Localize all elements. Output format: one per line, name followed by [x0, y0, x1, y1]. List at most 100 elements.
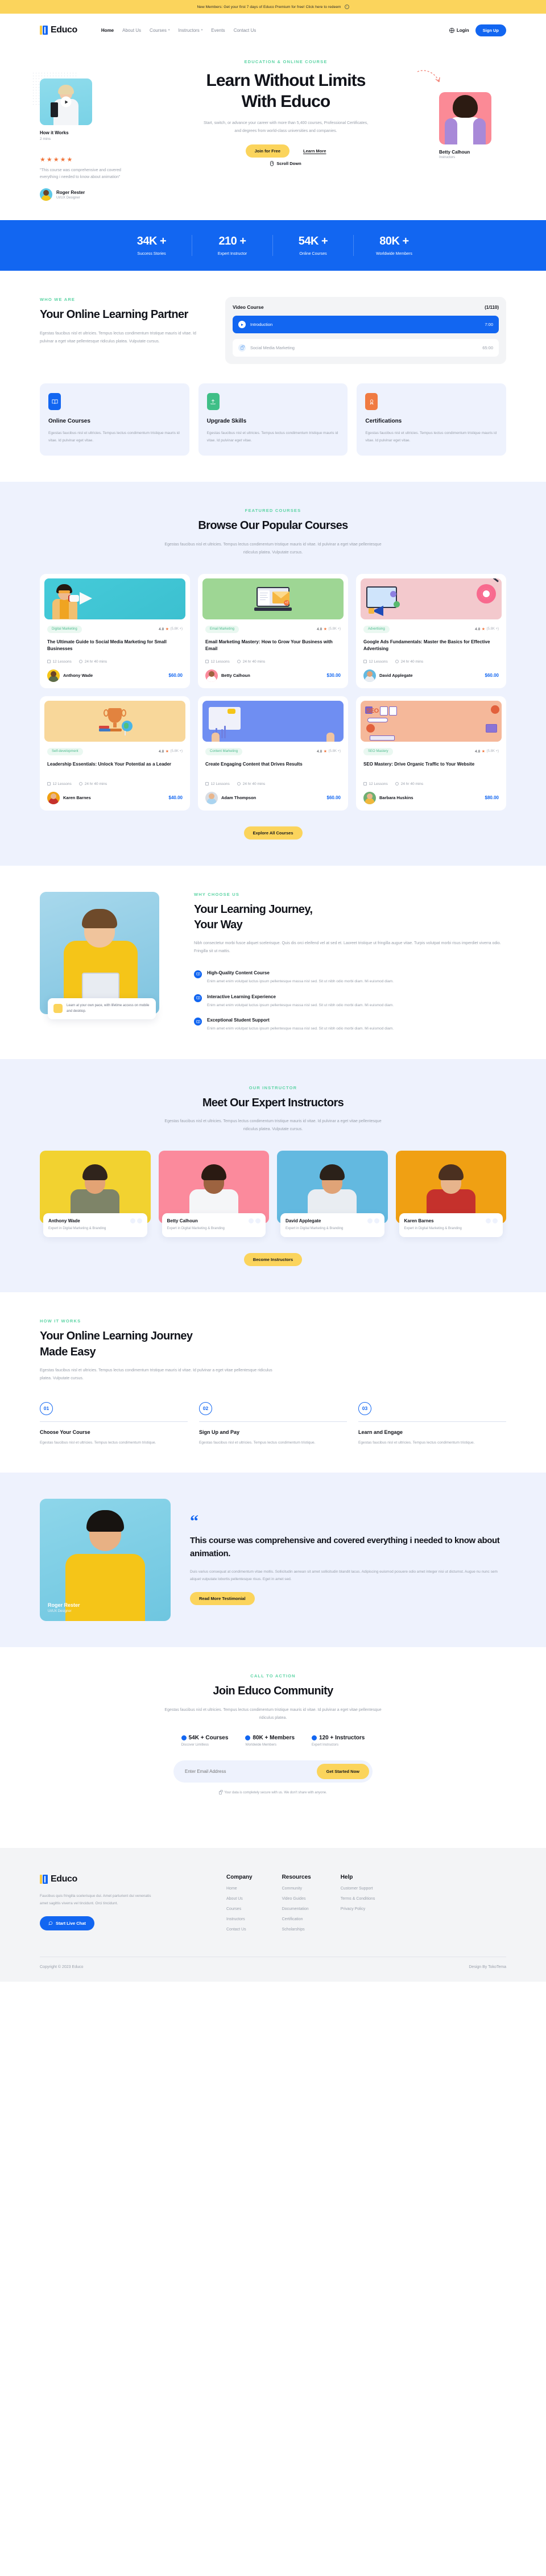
footer-link[interactable]: Community — [282, 1887, 311, 1891]
book-icon — [194, 970, 202, 978]
course-card[interactable]: Advertising 4.8 ★ (5.8K +) Google Ads Fu… — [356, 573, 506, 688]
footer-link[interactable]: Documentation — [282, 1907, 311, 1911]
course-card[interactable]: +2 Email Marketing 4.8 ★ (5.8K +) Email … — [198, 573, 348, 688]
announcement-bar[interactable]: New Members: Get your first 7 days of Ed… — [0, 0, 546, 14]
nav-item-instructors[interactable]: Instructors ▾ — [178, 28, 202, 33]
video-course-item[interactable]: Introduction 7:00 — [233, 316, 499, 334]
arrow-right-circle-icon[interactable]: › — [344, 5, 349, 9]
footer-link[interactable]: About Us — [226, 1897, 253, 1901]
hero-instructor-card[interactable]: Betty Calhoun Instructors — [439, 92, 491, 159]
step-text: Egestas faucibus nisl et ultricies. Temp… — [40, 1440, 156, 1445]
review-author: Roger Rester UI/UX Designer — [40, 188, 145, 201]
stat-label: Expert Instructor — [217, 252, 247, 257]
become-instructors-button[interactable]: Become Instructors — [243, 1253, 303, 1267]
how-it-works-video[interactable]: How it Works 2 mins — [32, 72, 92, 141]
rating-count: (5.8K +) — [486, 750, 499, 754]
course-tag: Content Marketing — [205, 747, 243, 755]
cta-stat-value: 120 + Instructors — [319, 1734, 365, 1741]
feature-card-upgrade-skills[interactable]: Upgrade Skills Egestas faucibus nisl et … — [198, 383, 348, 456]
footer-heading: Company — [226, 1874, 253, 1880]
course-card[interactable]: Content Marketing 4.8 ★ (5.8K +) Create … — [198, 696, 348, 811]
clock-icon — [237, 782, 241, 786]
video-thumbnail[interactable] — [40, 78, 92, 125]
testimonial-person-role: UI/UX Designer — [48, 1610, 72, 1614]
join-for-free-button[interactable]: Join for Free — [245, 144, 289, 158]
clock-icon — [395, 659, 399, 664]
social-icons[interactable] — [367, 1218, 379, 1224]
testimonial-paragraph: Duis varius consequat at condimentum vit… — [190, 1569, 498, 1581]
stat-item: 80K + Worldwide Members — [354, 235, 435, 256]
lessons-icon — [205, 782, 209, 786]
course-lessons: 12 Lessons — [47, 782, 72, 786]
testimonial-quote: This course was comprehensive and covere… — [190, 1536, 500, 1559]
design-credit: Design By TokoTema — [469, 1965, 506, 1969]
scroll-down-indicator[interactable]: Scroll Down — [147, 160, 424, 166]
who-title: Your Online Learning Partner — [40, 308, 188, 321]
footer-link[interactable]: Scholarships — [282, 1928, 311, 1932]
nav-item-events[interactable]: Events — [211, 28, 225, 33]
step-number: 02 — [199, 1401, 212, 1415]
footer-link[interactable]: Customer Support — [341, 1887, 375, 1891]
course-price: $60.00 — [168, 673, 183, 679]
footer-link[interactable]: Courses — [226, 1907, 253, 1911]
journey-title-line2: Made Easy — [40, 1345, 96, 1358]
course-tag: Email Marketing — [205, 625, 239, 633]
nav-item-courses[interactable]: Courses ▾ — [150, 28, 169, 33]
explore-all-courses-button[interactable]: Explore All Courses — [243, 826, 303, 840]
call-to-action-section: CALL TO ACTION Join Educo Community Eges… — [0, 1647, 546, 1820]
nav-links: Home About Us Courses ▾ Instructors ▾ Even… — [101, 28, 256, 33]
footer-column-resources: Resources Community Video Guides Documen… — [282, 1874, 311, 1932]
cta-stats: 54K + Courses Discover Limitless 80K + M… — [40, 1735, 506, 1747]
play-icon[interactable] — [60, 96, 72, 107]
clock-icon — [78, 782, 83, 786]
instructor-card[interactable]: Karen Barnes Expert in Digital Marketing… — [395, 1151, 506, 1238]
get-started-button[interactable]: Get Started Now — [316, 1763, 369, 1779]
why-feature-text: Enim amet enim volutpat luctus ipsum pel… — [207, 1003, 394, 1007]
nav-item-about[interactable]: About Us — [122, 28, 141, 33]
footer-link[interactable]: Privacy Policy — [341, 1907, 375, 1911]
social-icons[interactable] — [130, 1218, 142, 1224]
feature-card-online-courses[interactable]: Online Courses Egestas faucibus nisl et … — [40, 383, 189, 456]
instructor-card[interactable]: Betty Calhoun Expert in Digital Marketin… — [158, 1151, 269, 1238]
instructor-card[interactable]: Anthony Wade Expert in Digital Marketing… — [40, 1151, 151, 1238]
social-icon — [249, 1218, 254, 1224]
instructors-title: Meet Our Expert Instructors — [202, 1096, 344, 1109]
instructor-photo — [395, 1151, 506, 1224]
footer-link[interactable]: Video Guides — [282, 1897, 311, 1901]
nav-item-home[interactable]: Home — [101, 28, 114, 33]
nav-item-contact[interactable]: Contact Us — [234, 28, 257, 33]
stat-label: Worldwide Members — [376, 252, 412, 257]
social-icon — [136, 1218, 142, 1224]
social-icons[interactable] — [486, 1218, 498, 1224]
feature-card-certifications[interactable]: Certifications Egestas faucibus nisl et … — [357, 383, 507, 456]
footer-link[interactable]: Contact Us — [226, 1928, 253, 1932]
nav-label: About Us — [122, 27, 142, 33]
footer-link[interactable]: Home — [226, 1887, 253, 1891]
social-icons[interactable] — [249, 1218, 260, 1224]
nav-label: Courses — [150, 27, 167, 33]
footer-link[interactable]: Certification — [282, 1917, 311, 1921]
brand-logo[interactable]: Educo — [40, 25, 77, 35]
email-input[interactable] — [177, 1768, 317, 1774]
read-more-testimonial-button[interactable]: Read More Testimonial — [190, 1591, 255, 1605]
signup-button[interactable]: Sign Up — [475, 24, 506, 36]
stat-item: 54K + Online Courses — [273, 235, 354, 257]
start-live-chat-button[interactable]: Start Live Chat — [40, 1916, 94, 1930]
journey-paragraph: Egestas faucibus nisl et ultricies. Temp… — [40, 1368, 272, 1380]
journey-step: 02 Sign Up and Pay Egestas faucibus nisl… — [199, 1401, 347, 1447]
course-card[interactable]: SEO SEO Mastery 4.8 ★ (5.8K +) SEO Maste… — [356, 696, 506, 811]
course-card[interactable]: Self-development 4.8 ★ (5.8K +) Leadersh… — [40, 696, 190, 811]
book-icon — [194, 994, 202, 1002]
video-course-item[interactable]: Social Media Marketing 65:00 — [233, 339, 499, 357]
course-card[interactable]: Digital Marketing 4.8 ★ (5.8K +) The Ult… — [40, 573, 190, 688]
course-author: Anthony Wade — [63, 673, 93, 679]
footer-link[interactable]: Instructors — [226, 1917, 253, 1921]
rating-value: 4.8 — [475, 627, 481, 631]
instructor-card[interactable]: David Applegate Expert in Digital Market… — [277, 1151, 388, 1238]
footer-logo[interactable]: Educo — [40, 1874, 210, 1884]
footer-link[interactable]: Terms & Conditions — [341, 1897, 375, 1901]
why-title-line1: Your Learning Journey, — [194, 903, 313, 916]
login-link[interactable]: Login — [449, 27, 469, 33]
learn-more-link[interactable]: Learn More — [303, 148, 326, 154]
course-rating: 4.8 ★ (5.8K +) — [317, 627, 341, 632]
